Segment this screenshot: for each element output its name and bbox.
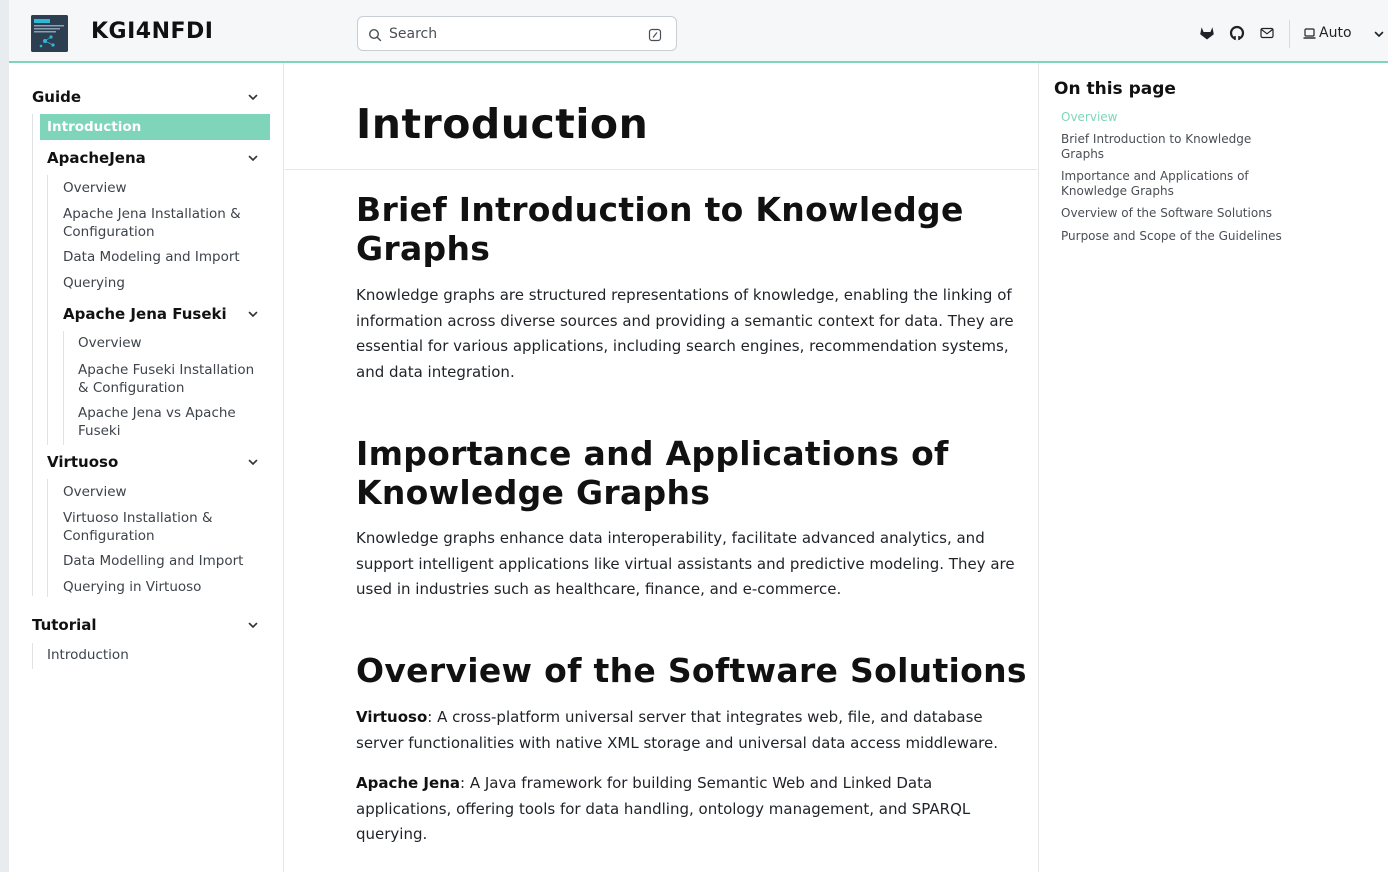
- desc-virtuoso: : A cross-platform universal server that…: [356, 708, 998, 752]
- nav-virtuoso-line: [47, 479, 48, 597]
- toc-item-brief-intro[interactable]: Brief Introduction to Knowledge Graphs: [1061, 132, 1291, 162]
- page-title: Introduction: [356, 100, 649, 148]
- chevron-down-icon[interactable]: [247, 308, 259, 320]
- software-item-apache-jena: Apache Jena: A Java framework for buildi…: [356, 771, 1016, 848]
- sidebar-item-vi-modelling[interactable]: Data Modelling and Import: [63, 553, 243, 569]
- site-logo[interactable]: [31, 15, 68, 52]
- nav-apachejena-line: [47, 175, 48, 445]
- github-icon[interactable]: [1229, 25, 1245, 41]
- sidebar-item-aj-overview[interactable]: Overview: [63, 180, 127, 196]
- term-virtuoso: Virtuoso: [356, 708, 428, 726]
- sidebar-item-aj-install[interactable]: Apache Jena Installation & Configuration: [63, 205, 263, 241]
- chevron-down-icon[interactable]: [247, 619, 259, 631]
- page-header: Introduction: [285, 63, 1037, 170]
- section-paragraph-importance: Knowledge graphs enhance data interopera…: [356, 529, 1015, 598]
- section-heading-importance: Importance and Applications of Knowledge…: [356, 434, 949, 512]
- search-box[interactable]: Search: [357, 16, 677, 51]
- toc-title: On this page: [1054, 79, 1176, 99]
- sidebar-item-tutorial-introduction[interactable]: Introduction: [47, 647, 129, 663]
- toc-item-overview[interactable]: Overview: [1061, 110, 1291, 125]
- nav-tutorial-line: [32, 643, 33, 669]
- site-title[interactable]: KGI4NFDI: [91, 19, 214, 44]
- keyboard-shortcut-icon: [648, 27, 662, 42]
- sidebar-item-aj-modeling[interactable]: Data Modeling and Import: [63, 249, 240, 265]
- chevron-down-icon[interactable]: [247, 152, 259, 164]
- on-this-page: On this page Overview Brief Introduction…: [1038, 63, 1388, 872]
- chevron-down-icon[interactable]: [247, 91, 259, 103]
- mail-icon[interactable]: [1259, 25, 1275, 41]
- header-divider: [1289, 20, 1290, 48]
- sidebar-item-fu-install[interactable]: Apache Fuseki Installation & Configurati…: [78, 361, 268, 397]
- main-content: Introduction Brief Introduction to Knowl…: [285, 63, 1037, 872]
- sidebar-item-fu-overview[interactable]: Overview: [78, 335, 142, 351]
- laptop-icon: [1303, 27, 1316, 40]
- term-apache-jena: Apache Jena: [356, 774, 460, 792]
- search-input[interactable]: Search: [389, 26, 437, 42]
- section-paragraph-brief-intro: Knowledge graphs are structured represen…: [356, 286, 1014, 381]
- sidebar-item-introduction[interactable]: Introduction: [40, 114, 270, 140]
- sidebar-item-fu-vs[interactable]: Apache Jena vs Apache Fuseki: [78, 404, 238, 440]
- sidebar-item-vi-install[interactable]: Virtuoso Installation & Configuration: [63, 509, 253, 545]
- section-heading-brief-intro: Brief Introduction to Knowledge Graphs: [356, 190, 964, 268]
- sidebar-section-fuseki[interactable]: Apache Jena Fuseki: [63, 305, 227, 323]
- sidebar-item-aj-querying[interactable]: Querying: [63, 275, 125, 291]
- toc-item-importance[interactable]: Importance and Applications of Knowledge…: [1061, 169, 1291, 199]
- gitlab-icon[interactable]: [1199, 25, 1215, 41]
- nav-fuseki-line: [63, 331, 64, 445]
- sidebar-section-guide[interactable]: Guide: [32, 88, 81, 106]
- sidebar-section-tutorial[interactable]: Tutorial: [32, 616, 97, 634]
- top-header: KGI4NFDI Search Auto: [9, 0, 1388, 63]
- toc-item-purpose[interactable]: Purpose and Scope of the Guidelines: [1061, 229, 1291, 244]
- sidebar-item-label: Introduction: [47, 119, 142, 135]
- sidebar-nav: Guide Introduction ApacheJena Overview A…: [9, 63, 284, 872]
- chevron-down-icon[interactable]: [247, 456, 259, 468]
- software-item-virtuoso: Virtuoso: A cross-platform universal ser…: [356, 705, 1016, 756]
- sidebar-section-apachejena[interactable]: ApacheJena: [47, 149, 146, 167]
- sidebar-section-virtuoso[interactable]: Virtuoso: [47, 453, 118, 471]
- chevron-down-icon: [1373, 28, 1385, 40]
- window-edge: [0, 0, 9, 872]
- theme-label: Auto: [1319, 25, 1352, 41]
- section-heading-software: Overview of the Software Solutions: [356, 651, 1027, 690]
- search-icon: [368, 27, 382, 42]
- sidebar-item-vi-querying[interactable]: Querying in Virtuoso: [63, 579, 201, 595]
- sidebar-item-vi-overview[interactable]: Overview: [63, 484, 127, 500]
- nav-guide-line: [32, 114, 33, 596]
- toc-item-software[interactable]: Overview of the Software Solutions: [1061, 206, 1291, 221]
